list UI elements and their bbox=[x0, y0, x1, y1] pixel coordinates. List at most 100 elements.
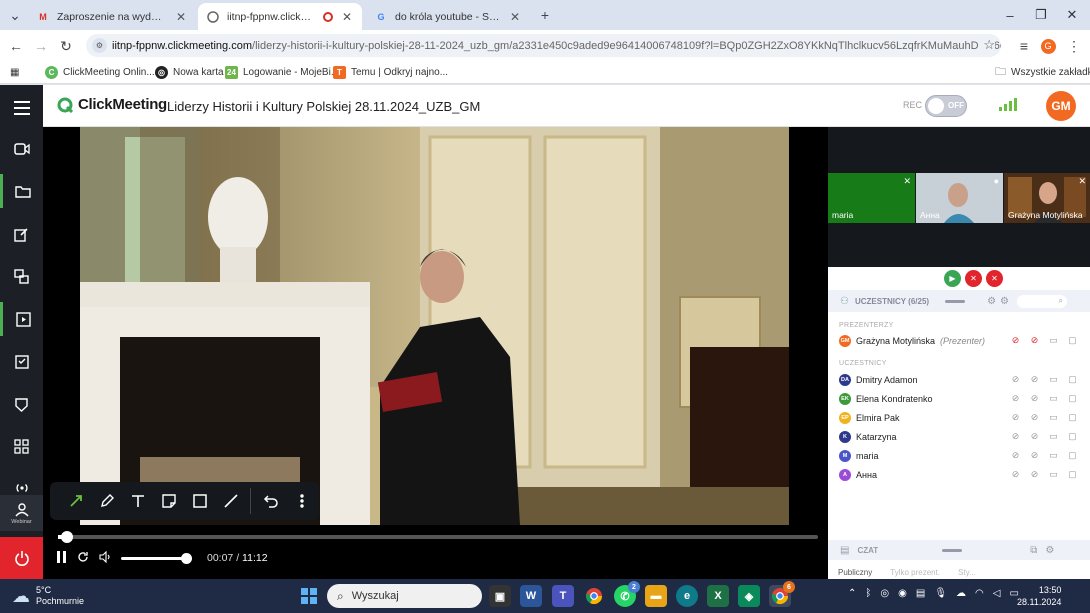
camera-off-icon[interactable]: ⊘ bbox=[1028, 468, 1041, 481]
mic-off-icon[interactable]: ⊘ bbox=[1028, 334, 1041, 347]
chevron-up-icon[interactable]: ⌃ bbox=[848, 588, 856, 599]
popout-icon[interactable]: ⧉ bbox=[1070, 270, 1087, 287]
bookmark-new-tab[interactable]: ◎ Nowa karta bbox=[155, 64, 224, 80]
task-view-icon[interactable]: ▣ bbox=[489, 585, 511, 607]
whiteboard-icon[interactable] bbox=[0, 387, 43, 421]
camera-icon[interactable]: ▭ bbox=[1047, 468, 1060, 481]
participant-row[interactable]: Mmaria ⊘ ⊘ ▭ ▢ bbox=[839, 446, 1079, 465]
address-bar[interactable]: ⚙ iitnp-fppnw.clickmeeting.com/liderzy-h… bbox=[86, 34, 1001, 57]
excel-icon[interactable]: X bbox=[707, 585, 729, 607]
bluetooth-icon[interactable]: ᛒ bbox=[865, 588, 871, 599]
camera-tile-anna[interactable]: ● Анна bbox=[916, 173, 1003, 223]
user-avatar[interactable]: GM bbox=[1046, 91, 1076, 121]
screen-icon[interactable]: ▢ bbox=[1066, 392, 1079, 405]
undo-button[interactable] bbox=[255, 482, 286, 520]
camera-icon[interactable]: ▭ bbox=[1047, 334, 1060, 347]
gear-icon[interactable]: ⚙ bbox=[1000, 296, 1009, 307]
volume-icon[interactable]: ◁ bbox=[993, 588, 1001, 599]
pause-button[interactable] bbox=[57, 550, 67, 566]
close-icon[interactable]: ✕ bbox=[340, 10, 354, 24]
replay-button[interactable] bbox=[77, 551, 89, 566]
app-tray-icon[interactable]: ◉ bbox=[898, 588, 907, 599]
pen-tool[interactable] bbox=[91, 482, 122, 520]
cursor-tool[interactable] bbox=[60, 482, 91, 520]
mic-off-icon[interactable]: ⊘ bbox=[1009, 373, 1022, 386]
tab-gmail[interactable]: M Zaproszenie na wydarzenie "Lid ✕ bbox=[28, 3, 196, 30]
tab-clickmeeting[interactable]: iitnp-fppnw.clickmeeting.c ✕ bbox=[198, 3, 362, 30]
app-tray-icon[interactable]: ◎ bbox=[880, 588, 889, 599]
mic-off-icon[interactable]: ⊘ bbox=[1009, 468, 1022, 481]
clock[interactable]: 13:50 28.11.2024 bbox=[1017, 584, 1061, 608]
close-window-button[interactable]: ✕ bbox=[1058, 6, 1086, 24]
screen-icon[interactable]: ▢ bbox=[1066, 334, 1079, 347]
chat-tab-presenters[interactable]: Tylko prezent. bbox=[890, 568, 940, 577]
participant-row[interactable]: A Анна ⊘ ⊘ ▭ ▢ bbox=[839, 465, 1079, 484]
participant-row[interactable]: K Katarzyna ⊘ ⊘ ▭ ▢ bbox=[839, 427, 1079, 446]
chrome-icon[interactable] bbox=[583, 585, 605, 607]
camera-off-icon[interactable]: ⊘ bbox=[1028, 449, 1041, 462]
mic-off-icon[interactable]: ⊘ bbox=[1009, 392, 1022, 405]
camera-off-icon[interactable]: ⊘ bbox=[1028, 430, 1041, 443]
webinar-settings-button[interactable]: Webinar bbox=[0, 495, 43, 531]
participant-row[interactable]: GM Grażyna Motylińska (Prezenter) ⊘ ⊘ ▭ … bbox=[839, 331, 1079, 350]
video-progress-bar[interactable] bbox=[58, 531, 818, 543]
windows-search[interactable]: ⌕ Wyszukaj bbox=[327, 584, 482, 608]
speaker-toggle-button[interactable]: ✕ bbox=[986, 270, 1003, 287]
chat-header[interactable]: ▤ CZAT ⧉ ⚙ bbox=[828, 540, 1090, 560]
cloud-tray-icon[interactable]: ☁ bbox=[956, 588, 966, 599]
tab-google[interactable]: G do króla youtube - Szukaj w Go ✕ bbox=[366, 3, 530, 30]
windows-start-button[interactable] bbox=[298, 585, 320, 607]
camera-icon[interactable]: ▭ bbox=[1047, 373, 1060, 386]
reload-button[interactable]: ↻ bbox=[55, 35, 77, 57]
star-icon[interactable]: ☆ bbox=[979, 37, 995, 53]
mic-toggle-button[interactable]: ✕ bbox=[965, 270, 982, 287]
gear-icon[interactable]: ⚙ bbox=[1045, 545, 1054, 556]
hamburger-menu-icon[interactable] bbox=[0, 91, 43, 125]
popout-icon[interactable]: ⧉ bbox=[1030, 545, 1037, 556]
camera-off-icon[interactable]: ⊘ bbox=[1028, 373, 1041, 386]
camera-off-icon[interactable]: ⊘ bbox=[1028, 392, 1041, 405]
chat-bubble-icon[interactable]: ◌ bbox=[1007, 270, 1024, 287]
participant-row[interactable]: DA Dmitry Adamon ⊘ ⊘ ▭ ▢ bbox=[839, 370, 1079, 389]
bookmark-temu[interactable]: T Temu | Odkryj najno... bbox=[333, 64, 448, 80]
mic-off-icon[interactable]: ⊘ bbox=[1009, 411, 1022, 424]
chat-tab-public[interactable]: Publiczny bbox=[838, 568, 872, 577]
bookmark-clickmeeting[interactable]: C ClickMeeting Onlin... bbox=[45, 64, 155, 80]
whatsapp-icon[interactable]: ✆ 2 bbox=[614, 581, 640, 607]
progress-handle[interactable] bbox=[60, 531, 73, 543]
menu-kebab-icon[interactable]: ⋮ bbox=[1063, 35, 1085, 57]
camera-icon[interactable]: ▭ bbox=[1047, 392, 1060, 405]
camera-off-icon[interactable]: ⊘ bbox=[1028, 411, 1041, 424]
new-tab-button[interactable]: + bbox=[534, 4, 556, 26]
expand-icon[interactable]: ⤢ bbox=[1049, 270, 1066, 287]
gear-icon[interactable]: ⚙ bbox=[1028, 270, 1045, 287]
camera-icon[interactable]: ▭ bbox=[1047, 411, 1060, 424]
folder-icon[interactable] bbox=[0, 174, 43, 208]
back-button[interactable]: ← bbox=[5, 35, 27, 57]
profile-button[interactable]: G bbox=[1037, 35, 1059, 57]
edge-icon[interactable]: e bbox=[676, 585, 698, 607]
camera-icon[interactable]: ▭ bbox=[1047, 449, 1060, 462]
screen-icon[interactable]: ▢ bbox=[1066, 449, 1079, 462]
chrome-active-icon[interactable]: 6 bbox=[769, 581, 795, 607]
screen-icon[interactable]: ▢ bbox=[1066, 430, 1079, 443]
participant-row[interactable]: EK Elena Kondratenko ⊘ ⊘ ▭ ▢ bbox=[839, 389, 1079, 408]
restore-button[interactable]: ❐ bbox=[1027, 6, 1055, 24]
sticky-note-tool[interactable] bbox=[153, 482, 184, 520]
volume-button[interactable] bbox=[99, 550, 111, 566]
volume-handle[interactable] bbox=[181, 552, 192, 564]
camera-toggle-button[interactable]: ▶ bbox=[944, 270, 961, 287]
word-icon[interactable]: W bbox=[520, 585, 542, 607]
wifi-icon[interactable]: ◠ bbox=[975, 588, 984, 599]
survey-icon[interactable] bbox=[0, 344, 43, 378]
microphone-icon[interactable]: 🎙 bbox=[934, 588, 947, 599]
teams-icon[interactable]: T bbox=[552, 585, 574, 607]
rectangle-tool[interactable] bbox=[184, 482, 215, 520]
volume-slider[interactable] bbox=[121, 552, 192, 564]
minimize-button[interactable]: – bbox=[996, 6, 1024, 24]
bookmark-mojebank[interactable]: 24 Logowanie - MojeBi... bbox=[225, 64, 339, 80]
screen-icon[interactable]: ▢ bbox=[1066, 373, 1079, 386]
camera-icon[interactable] bbox=[0, 132, 43, 166]
all-bookmarks[interactable]: 🗀 Wszystkie zakładki bbox=[995, 64, 1090, 80]
media-control-icon[interactable]: ≡ bbox=[1013, 35, 1035, 57]
